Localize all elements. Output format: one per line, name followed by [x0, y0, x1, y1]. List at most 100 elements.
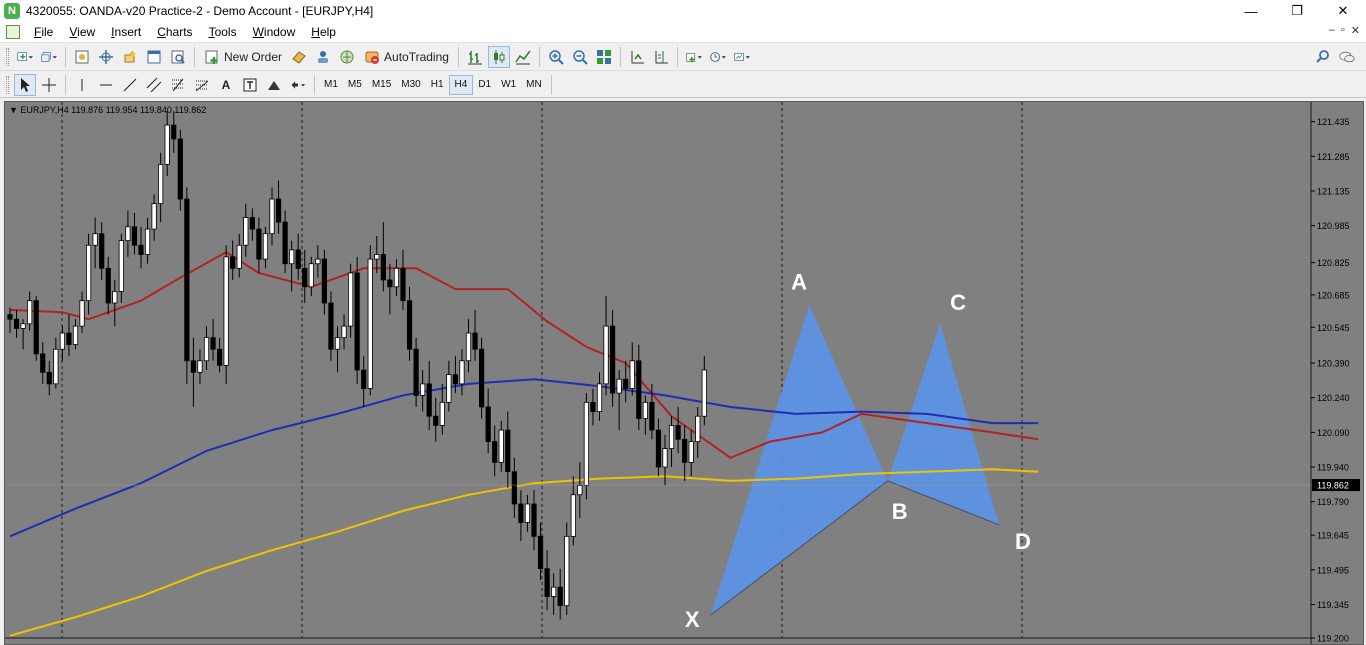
- menu-charts-label: harts: [165, 25, 193, 39]
- chat-button[interactable]: [1336, 46, 1358, 68]
- equidistant-channel-button[interactable]: [143, 74, 165, 96]
- timeframe-d1-button[interactable]: D1: [473, 75, 496, 95]
- price-tick-label: 121.285: [1317, 152, 1350, 162]
- pattern-label-a: A: [791, 269, 807, 294]
- candlestick-button[interactable]: [487, 46, 510, 68]
- profiles-button[interactable]: [38, 46, 60, 68]
- menu-insert[interactable]: Insert: [103, 25, 149, 39]
- periods-button[interactable]: [707, 46, 729, 68]
- tile-windows-button[interactable]: [593, 46, 615, 68]
- shapes-button[interactable]: [263, 74, 285, 96]
- new-order-icon: [205, 50, 218, 64]
- market-watch-button[interactable]: [71, 46, 93, 68]
- cursor-tool-button[interactable]: [14, 73, 36, 96]
- zoom-in-button[interactable]: [545, 46, 567, 68]
- drawing-toolbar: A M1 M5 M15 M30 H1 H4 D1 W1 MN: [0, 72, 1366, 98]
- mdi-restore-button[interactable]: ▫: [1341, 24, 1345, 37]
- line-chart-button[interactable]: [512, 46, 534, 68]
- candle-bearish: [655, 429, 662, 468]
- pattern-label-b: B: [892, 499, 908, 524]
- mdi-close-button[interactable]: ✕: [1351, 24, 1360, 37]
- chart-document-icon[interactable]: [6, 25, 20, 39]
- candle-bullish: [524, 503, 531, 523]
- candle-bearish: [675, 425, 681, 440]
- chart-shift-icon: [655, 51, 668, 64]
- menu-help[interactable]: Help: [303, 25, 344, 39]
- timeframe-m5-button[interactable]: M5: [343, 75, 367, 95]
- candle-bullish: [695, 415, 701, 443]
- signals-button[interactable]: [312, 46, 334, 68]
- auto-scroll-button[interactable]: [626, 46, 648, 68]
- price-chart[interactable]: X A B C D 121.435 121.285 121.135 120.985 120.825…: [4, 101, 1364, 645]
- text-label-button[interactable]: [239, 74, 261, 96]
- autotrading-button[interactable]: AutoTrading: [360, 46, 453, 68]
- tester-magnifier-icon: [171, 50, 185, 64]
- candle-bullish: [688, 441, 694, 463]
- candle-bullish: [596, 383, 603, 412]
- menu-charts[interactable]: Charts: [149, 25, 200, 39]
- indicators-button[interactable]: [683, 46, 705, 68]
- maximize-button[interactable]: ❐: [1274, 0, 1320, 22]
- timeframe-m1-button[interactable]: M1: [319, 75, 343, 95]
- menu-view[interactable]: View: [61, 25, 103, 39]
- chart-shift-button[interactable]: [650, 46, 672, 68]
- timeframe-w1-button[interactable]: W1: [496, 75, 521, 95]
- trendline-button[interactable]: [119, 74, 141, 96]
- candle-bullish: [118, 240, 124, 292]
- zoom-out-button[interactable]: [569, 46, 591, 68]
- candle-bearish: [452, 374, 459, 385]
- crosshair-tool-button[interactable]: [38, 74, 60, 96]
- chart-canvas[interactable]: X A B C D 121.435 121.285 121.135 120.985 120.825…: [5, 102, 1364, 645]
- horizontal-line-button[interactable]: [95, 74, 117, 96]
- terminal-button[interactable]: [143, 46, 165, 68]
- candle-bearish: [66, 332, 72, 345]
- timeframe-h4-button[interactable]: H4: [448, 74, 474, 95]
- new-chart-button[interactable]: [14, 46, 36, 68]
- menu-file-label: ile: [41, 25, 54, 39]
- bar-chart-button[interactable]: [464, 46, 486, 68]
- vertical-line-button[interactable]: [71, 74, 93, 96]
- candle-bearish: [636, 360, 642, 419]
- navigator-button[interactable]: [119, 46, 141, 68]
- minimize-button[interactable]: —: [1228, 0, 1274, 22]
- tile-windows-icon: [596, 50, 611, 64]
- window-controls: — ❐ ✕: [1228, 0, 1366, 22]
- toolbar-separator: [65, 47, 66, 67]
- fibonacci-fan-button[interactable]: [191, 74, 213, 96]
- timeframe-m15-button[interactable]: M15: [367, 75, 396, 95]
- menu-tools[interactable]: Tools: [201, 25, 245, 39]
- text-tool-button[interactable]: A: [215, 74, 237, 96]
- price-tick-label: 121.135: [1317, 186, 1350, 196]
- metaeditor-button[interactable]: [288, 46, 310, 68]
- market-button[interactable]: [336, 46, 358, 68]
- candle-bearish: [275, 198, 282, 223]
- arrows-button[interactable]: [287, 74, 309, 96]
- market-watch-icon: [75, 50, 89, 64]
- strategy-tester-button[interactable]: [167, 46, 189, 68]
- new-order-button[interactable]: New Order: [200, 46, 286, 68]
- chart-info-label: ▼ EURJPY,H4 119.876 119.954 119.840 119.…: [9, 105, 207, 115]
- timeframe-h1-button[interactable]: H1: [426, 75, 449, 95]
- timeframe-mn-button[interactable]: MN: [521, 75, 547, 95]
- candle-bullish: [243, 217, 249, 246]
- candle-bullish: [262, 233, 269, 260]
- candlestick-icon: [493, 50, 505, 64]
- search-button[interactable]: [1312, 46, 1334, 68]
- timeframe-m30-button[interactable]: M30: [396, 75, 425, 95]
- price-tick-label: 120.685: [1317, 290, 1350, 300]
- toolbar-grip[interactable]: [6, 48, 9, 66]
- price-tick-label: 119.940: [1317, 463, 1349, 473]
- candle-bearish: [406, 300, 413, 350]
- toolbar-separator: [619, 47, 621, 67]
- candle-bullish: [72, 325, 79, 345]
- menu-window[interactable]: Window: [245, 25, 304, 39]
- toolbar-grip[interactable]: [6, 75, 9, 94]
- templates-button[interactable]: [731, 46, 753, 68]
- fibonacci-retracement-button[interactable]: [167, 74, 189, 96]
- mdi-minimize-button[interactable]: –: [1329, 24, 1335, 37]
- close-button[interactable]: ✕: [1320, 0, 1366, 22]
- menu-file[interactable]: File: [26, 25, 61, 39]
- data-window-button[interactable]: [95, 46, 117, 68]
- text-tool-icon: A: [221, 77, 231, 92]
- price-tick-label: 120.985: [1317, 221, 1350, 231]
